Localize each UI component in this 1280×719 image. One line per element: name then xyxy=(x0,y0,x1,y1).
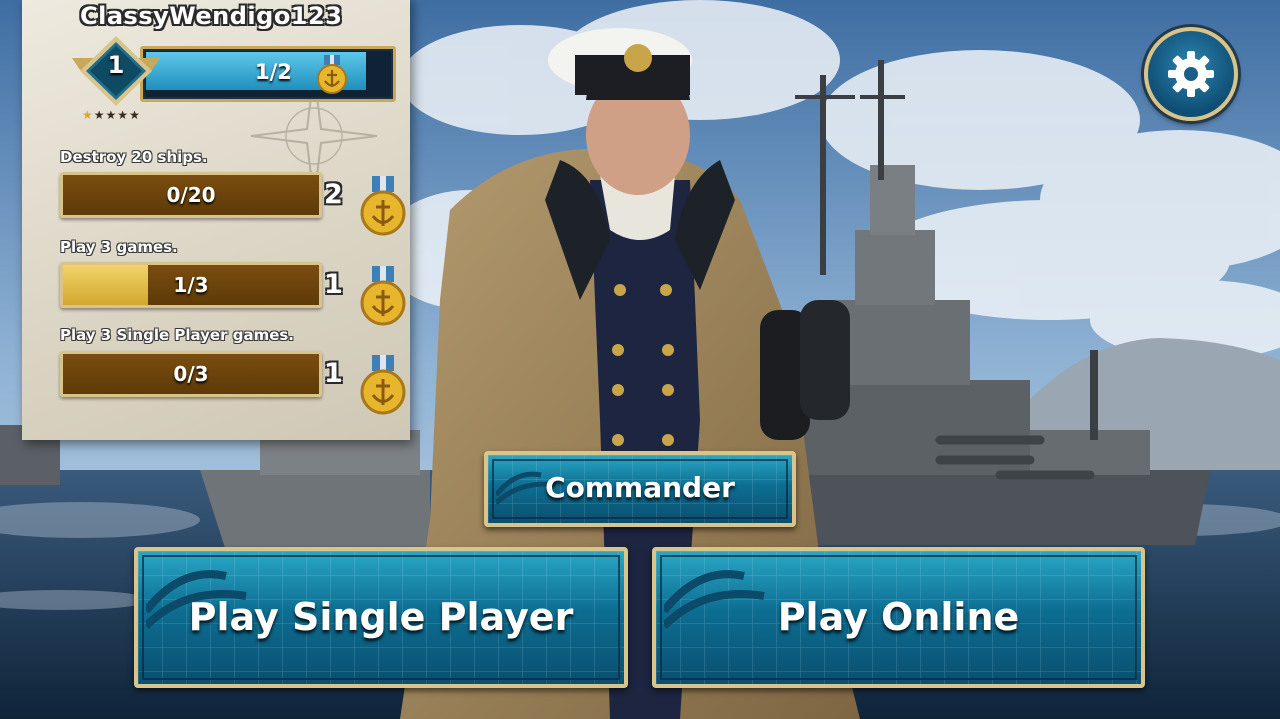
play-single-player-label: Play Single Player xyxy=(188,595,574,639)
commander-button[interactable]: Commander xyxy=(484,451,796,527)
xp-progress-text: 1/2 xyxy=(255,60,292,84)
star-icon: ★ xyxy=(82,108,94,122)
quest-progress-bar: 0/3 xyxy=(60,351,322,397)
quest-title: Play 3 Single Player games. xyxy=(60,326,295,344)
anchor-medal-icon xyxy=(360,176,406,236)
play-single-player-button[interactable]: Play Single Player xyxy=(134,547,628,688)
rank-stars: ★★★★★ xyxy=(82,108,141,122)
play-online-button[interactable]: Play Online xyxy=(652,547,1145,688)
play-online-label: Play Online xyxy=(777,595,1020,639)
star-icon: ★ xyxy=(93,108,106,122)
quest-reward-count: 1 xyxy=(324,269,343,300)
star-icon: ★ xyxy=(129,108,141,122)
quest-progress-text: 0/20 xyxy=(166,183,216,207)
star-icon: ★ xyxy=(105,108,118,122)
username: ClassyWendigo123 xyxy=(80,2,343,30)
quest-title: Play 3 games. xyxy=(60,238,178,256)
level-number: 1 xyxy=(107,51,125,79)
level-badge: 1 xyxy=(72,36,160,106)
quest-progress-text: 1/3 xyxy=(173,273,209,297)
settings-button[interactable] xyxy=(1144,27,1238,121)
quest-title: Destroy 20 ships. xyxy=(60,148,208,166)
quest-progress-bar: 1/3 xyxy=(60,262,322,308)
anchor-medal-icon xyxy=(317,55,347,94)
xp-progress-bar: 1/2 xyxy=(140,46,396,102)
gear-icon xyxy=(1168,51,1214,97)
anchor-medal-icon xyxy=(360,266,406,326)
star-icon: ★ xyxy=(117,108,130,122)
anchor-medal-icon xyxy=(360,355,406,415)
quest-reward-count: 2 xyxy=(324,179,343,210)
quest-progress-bar: 0/20 xyxy=(60,172,322,218)
quest-reward-count: 1 xyxy=(324,358,343,389)
commander-button-label: Commander xyxy=(545,471,735,504)
quest-progress-text: 0/3 xyxy=(173,362,209,386)
player-panel: ClassyWendigo123 1/2 1 ★★★★★ Destroy 20 … xyxy=(22,0,410,440)
